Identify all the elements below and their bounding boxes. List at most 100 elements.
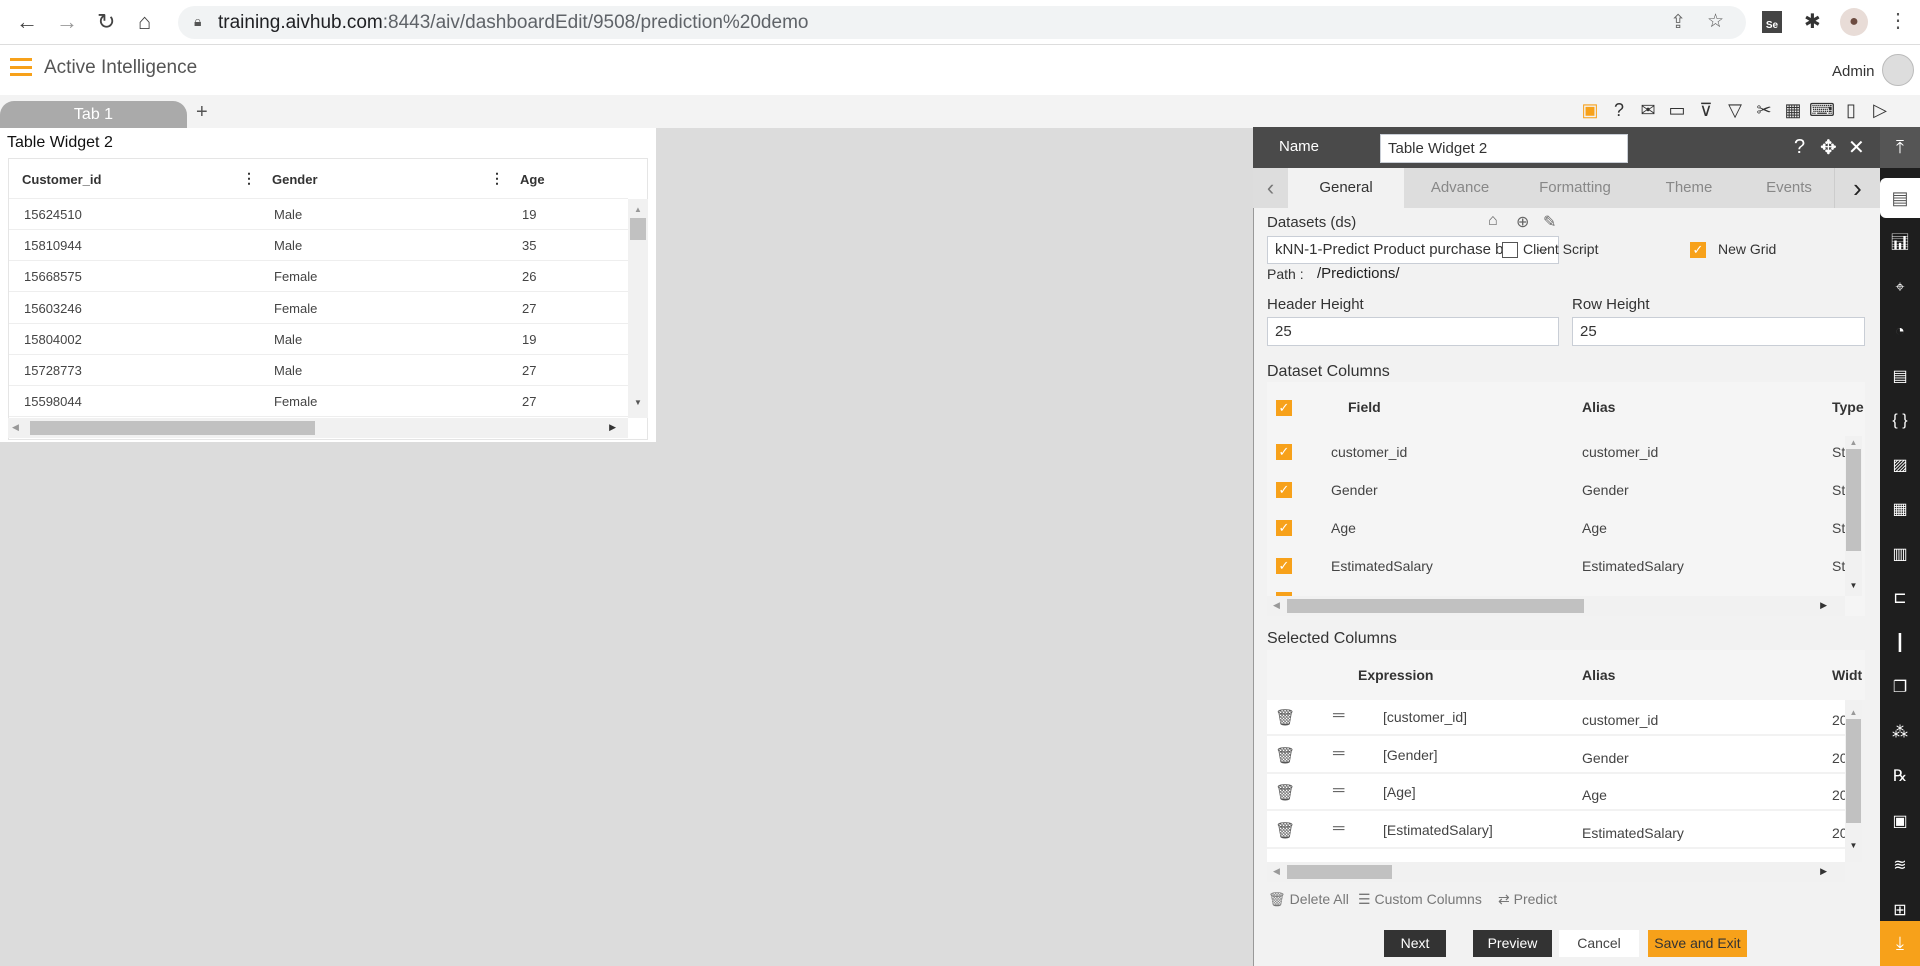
alias[interactable]: Age [1582, 787, 1607, 803]
drag-handle-icon[interactable]: ═ [1333, 745, 1344, 763]
scroll-bottom-icon[interactable]: ⤓ [1880, 921, 1920, 966]
clear-filter-icon[interactable]: ⊽ [1693, 100, 1719, 121]
expression[interactable]: [Age] [1383, 784, 1416, 800]
extensions-puzzle-icon[interactable]: ✱ [1804, 9, 1821, 34]
form-icon[interactable]: ▣ [1880, 807, 1920, 837]
column-header[interactable]: Age [520, 172, 545, 187]
preview-button[interactable]: Preview [1473, 930, 1552, 957]
new-grid-checkbox[interactable]: ✓ [1690, 242, 1706, 258]
alias[interactable]: customer_id [1582, 712, 1658, 728]
image-icon[interactable]: ▨ [1880, 451, 1920, 481]
reload-icon[interactable]: ↻ [97, 9, 115, 35]
client-script-checkbox[interactable] [1502, 242, 1518, 258]
expression[interactable]: [customer_id] [1383, 709, 1467, 725]
width[interactable]: 20 [1832, 787, 1845, 803]
rx-icon[interactable]: ℞ [1880, 762, 1920, 792]
user-avatar[interactable] [1882, 54, 1914, 86]
column-checkbox[interactable]: ✓ [1276, 558, 1292, 574]
column-checkbox[interactable]: ✓ [1276, 444, 1292, 460]
add-tab-button[interactable]: + [196, 101, 208, 124]
table-icon[interactable]: ▦ [1780, 100, 1806, 121]
save-and-exit-button[interactable]: Save and Exit [1648, 930, 1747, 957]
devices-icon[interactable]: ▯ [1838, 100, 1864, 121]
report-icon[interactable]: ◔ [1880, 317, 1920, 347]
header-height-input[interactable] [1267, 317, 1559, 346]
add-dataset-icon[interactable]: ⊕ [1516, 212, 1529, 232]
save-icon[interactable]: ▣ [1577, 100, 1603, 121]
width[interactable]: 20 [1832, 712, 1845, 728]
column-checkbox[interactable]: ✓ [1276, 482, 1292, 498]
dataset-horizontal-scrollbar[interactable]: ◀ ▶ [1267, 596, 1845, 616]
tab-general[interactable]: General [1288, 168, 1404, 208]
drag-handle-icon[interactable]: ═ [1333, 820, 1344, 838]
expression[interactable]: [EstimatedSalary] [1383, 822, 1493, 838]
custom-columns-link[interactable]: ☰ Custom Columns [1358, 891, 1482, 908]
column-menu-icon[interactable]: ⋮ [490, 170, 504, 187]
delete-row-icon[interactable]: 🗑︎ [1275, 783, 1295, 803]
move-icon[interactable]: ✥ [1820, 135, 1837, 160]
vertical-scrollbar[interactable]: ▲ ▼ [628, 199, 648, 418]
home-icon[interactable]: ⌂ [138, 9, 151, 35]
tabs-next-arrow-icon[interactable]: › [1834, 168, 1880, 208]
tree-icon[interactable]: ⊏ [1880, 584, 1920, 614]
forward-icon[interactable]: → [56, 9, 78, 35]
tools-icon[interactable]: ✂ [1751, 100, 1777, 121]
next-button[interactable]: Next [1384, 930, 1446, 957]
browser-menu-icon[interactable]: ⋮ [1888, 8, 1908, 33]
close-icon[interactable]: ✕ [1848, 135, 1865, 160]
width[interactable]: 20 [1832, 750, 1845, 766]
layers-icon[interactable]: ≋ [1880, 851, 1920, 881]
column-checkbox[interactable]: ✓ [1276, 520, 1292, 536]
pivot-table-icon[interactable]: ▦ [1880, 495, 1920, 525]
alias[interactable]: EstimatedSalary [1582, 825, 1684, 841]
table-widget-icon[interactable]: ▤ [1880, 178, 1920, 218]
mail-icon[interactable]: ✉ [1635, 100, 1661, 121]
help-icon[interactable]: ? [1606, 100, 1632, 121]
hamburger-menu-icon[interactable] [10, 58, 32, 76]
alias[interactable]: Gender [1582, 750, 1629, 766]
drag-handle-icon[interactable]: ═ [1333, 707, 1344, 725]
cubes-icon[interactable]: ⁂ [1880, 718, 1920, 748]
bookmark-star-icon[interactable]: ☆ [1707, 10, 1724, 33]
column-header[interactable]: Customer_id [22, 172, 101, 187]
code-icon[interactable]: ⌨ [1809, 100, 1835, 121]
row-height-input[interactable] [1572, 317, 1865, 346]
filter-icon[interactable]: ▽ [1722, 100, 1748, 121]
address-bar[interactable]: 🔒︎ training.aivhub.com:8443/aiv/dashboard… [178, 6, 1746, 39]
width[interactable]: 20 [1832, 825, 1845, 841]
selected-horizontal-scrollbar[interactable]: ◀ ▶ [1267, 862, 1845, 882]
expression[interactable]: [Gender] [1383, 747, 1437, 763]
profile-avatar[interactable]: ● [1840, 8, 1868, 36]
delete-row-icon[interactable]: 🗑︎ [1275, 821, 1295, 841]
column-header[interactable]: Gender [272, 172, 318, 187]
delete-all-link[interactable]: 🗑︎ Delete All [1268, 891, 1349, 908]
select-all-checkbox[interactable]: ✓ [1276, 400, 1292, 416]
share-icon[interactable]: ⇪ [1670, 11, 1686, 34]
comment-icon[interactable]: ▭ [1664, 100, 1690, 121]
predict-link[interactable]: ⇄ Predict [1498, 891, 1557, 908]
tabs-prev-arrow-icon[interactable]: ‹ [1253, 168, 1288, 208]
selenium-extension-icon[interactable]: Se [1762, 11, 1782, 33]
delete-row-icon[interactable]: 🗑︎ [1275, 708, 1295, 728]
tab-theme[interactable]: Theme [1634, 168, 1744, 208]
dataset-home-icon[interactable]: ⌂ [1488, 212, 1498, 230]
tab-events[interactable]: Events [1744, 168, 1834, 208]
back-icon[interactable]: ← [16, 9, 38, 35]
spreadsheet-icon[interactable]: ▥ [1880, 540, 1920, 570]
cancel-button[interactable]: Cancel [1559, 930, 1639, 957]
document-icon[interactable]: ▤ [1880, 362, 1920, 392]
scroll-top-icon[interactable]: ⤒ [1880, 127, 1920, 168]
bar-chart-icon[interactable]: ┃ [1880, 629, 1920, 659]
horizontal-scrollbar[interactable]: ◀ ▶ [8, 418, 628, 438]
widget-name-input[interactable] [1380, 134, 1628, 163]
play-icon[interactable]: ▷ [1867, 100, 1893, 121]
delete-row-icon[interactable]: 🗑︎ [1275, 746, 1295, 766]
tab-formatting[interactable]: Formatting [1516, 168, 1634, 208]
edit-dataset-icon[interactable]: ✎ [1543, 212, 1556, 232]
user-name[interactable]: Admin [1832, 63, 1875, 80]
map-icon[interactable]: ⌖ [1880, 273, 1920, 303]
code-braces-icon[interactable]: { } [1880, 406, 1920, 436]
dataset-vertical-scrollbar[interactable]: ▲ ▼ [1845, 436, 1862, 596]
drag-handle-icon[interactable]: ═ [1333, 782, 1344, 800]
copy-icon[interactable]: ❐ [1880, 673, 1920, 703]
